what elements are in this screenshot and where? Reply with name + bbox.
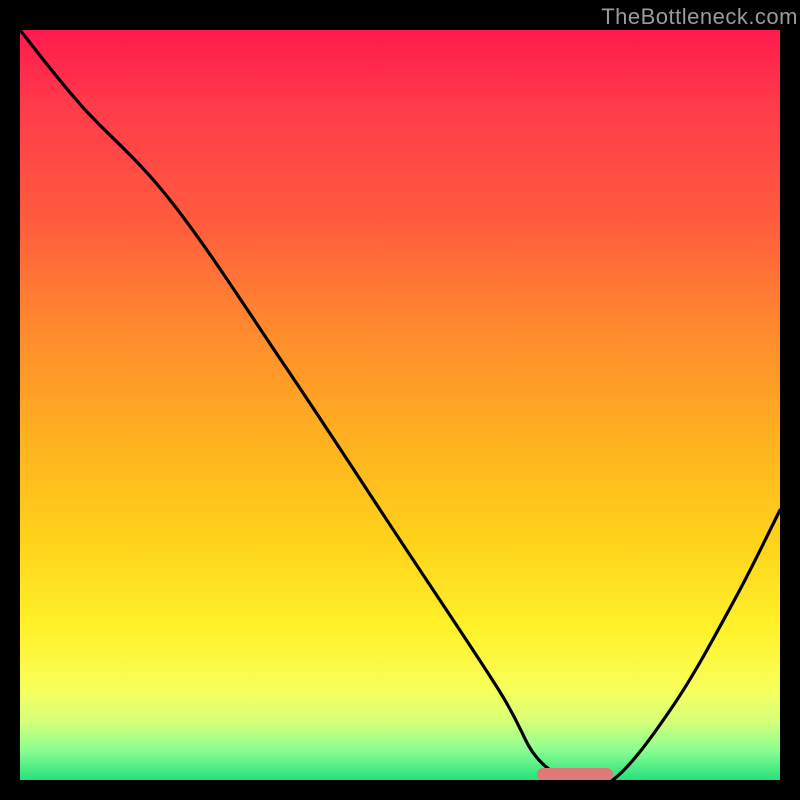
watermark-text: TheBottleneck.com bbox=[601, 4, 798, 30]
plot-area bbox=[20, 30, 780, 780]
chart-frame: TheBottleneck.com bbox=[0, 0, 800, 800]
optimal-range-marker bbox=[537, 768, 613, 780]
bottleneck-curve bbox=[20, 30, 780, 780]
